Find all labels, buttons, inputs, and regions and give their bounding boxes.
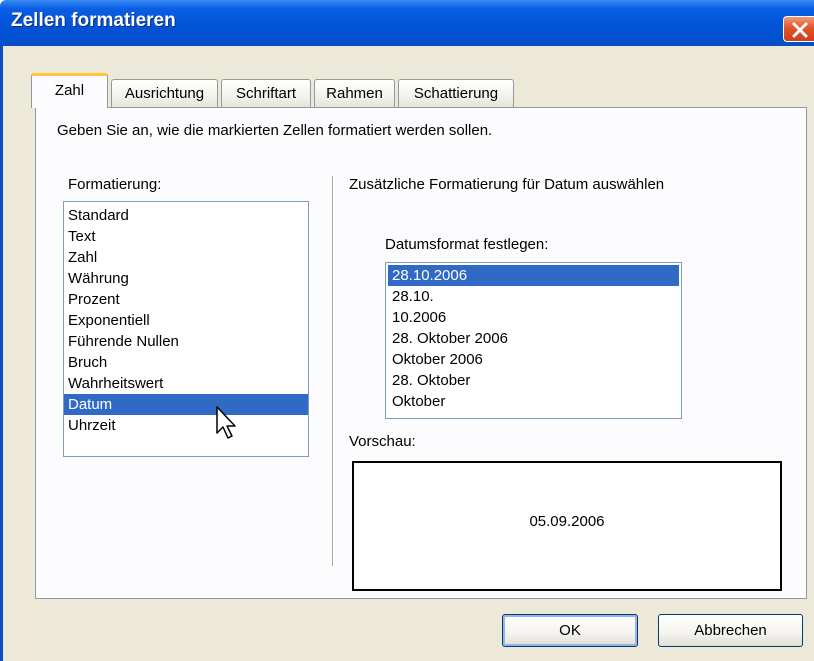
window-title: Zellen formatieren bbox=[11, 10, 176, 31]
tab-panel-zahl: Geben Sie an, wie die markierten Zellen … bbox=[35, 107, 807, 599]
date-format-listbox[interactable]: 28.10.2006 28.10. 10.2006 28. Oktober 20… bbox=[385, 262, 682, 419]
preview-box: 05.09.2006 bbox=[352, 461, 782, 591]
format-item[interactable]: Wahrheitswert bbox=[64, 373, 308, 394]
format-item[interactable]: Standard bbox=[64, 205, 308, 226]
tab-label: Schriftart bbox=[235, 85, 296, 102]
ok-button[interactable]: OK bbox=[502, 614, 638, 647]
tab-label: Ausrichtung bbox=[124, 85, 205, 102]
date-format-label: Datumsformat festlegen: bbox=[385, 236, 549, 253]
format-item[interactable]: Exponentiell bbox=[64, 310, 308, 331]
format-item[interactable]: Prozent bbox=[64, 289, 308, 310]
tab-label: Rahmen bbox=[326, 85, 383, 102]
format-item[interactable]: Bruch bbox=[64, 352, 308, 373]
tab-schriftart[interactable]: Schriftart bbox=[221, 79, 311, 107]
tab-zahl[interactable]: Zahl bbox=[31, 73, 108, 108]
format-item[interactable]: Währung bbox=[64, 268, 308, 289]
date-format-item[interactable]: 10.2006 bbox=[388, 307, 681, 328]
close-button[interactable] bbox=[783, 16, 814, 42]
tab-label: Schattierung bbox=[413, 85, 499, 102]
format-item-selected[interactable]: Datum bbox=[64, 394, 308, 415]
mouse-pointer-icon bbox=[215, 405, 239, 445]
format-item[interactable]: Uhrzeit bbox=[64, 415, 308, 436]
date-format-item[interactable]: 28. Oktober 2006 bbox=[388, 328, 681, 349]
tab-rahmen[interactable]: Rahmen bbox=[314, 79, 395, 107]
preview-label: Vorschau: bbox=[349, 433, 416, 450]
format-label: Formatierung: bbox=[68, 176, 162, 193]
tab-label: Zahl bbox=[54, 82, 85, 99]
format-item[interactable]: Zahl bbox=[64, 247, 308, 268]
tab-ausrichtung[interactable]: Ausrichtung bbox=[111, 79, 218, 107]
title-bar: Zellen formatieren bbox=[0, 0, 814, 46]
date-format-item-selected[interactable]: 28.10.2006 bbox=[388, 265, 679, 286]
preview-value: 05.09.2006 bbox=[529, 513, 605, 530]
vertical-divider bbox=[332, 176, 334, 566]
date-format-item[interactable]: Oktober bbox=[388, 391, 681, 412]
panel-description: Geben Sie an, wie die markierten Zellen … bbox=[57, 122, 493, 139]
cancel-button-label: Abbrechen bbox=[694, 622, 767, 639]
format-listbox[interactable]: Standard Text Zahl Währung Prozent Expon… bbox=[63, 201, 309, 457]
date-format-item[interactable]: Oktober 2006 bbox=[388, 349, 681, 370]
ok-button-label: OK bbox=[559, 622, 581, 639]
dialog-body: Zahl Ausrichtung Schriftart Rahmen Schat… bbox=[0, 46, 814, 661]
date-format-item[interactable]: 28. Oktober bbox=[388, 370, 681, 391]
extra-format-heading: Zusätzliche Formatierung für Datum auswä… bbox=[349, 176, 665, 193]
date-format-item[interactable]: 28.10. bbox=[388, 286, 681, 307]
format-item[interactable]: Text bbox=[64, 226, 308, 247]
cancel-button[interactable]: Abbrechen bbox=[658, 614, 803, 647]
format-item[interactable]: Führende Nullen bbox=[64, 331, 308, 352]
tab-schattierung[interactable]: Schattierung bbox=[398, 79, 514, 107]
